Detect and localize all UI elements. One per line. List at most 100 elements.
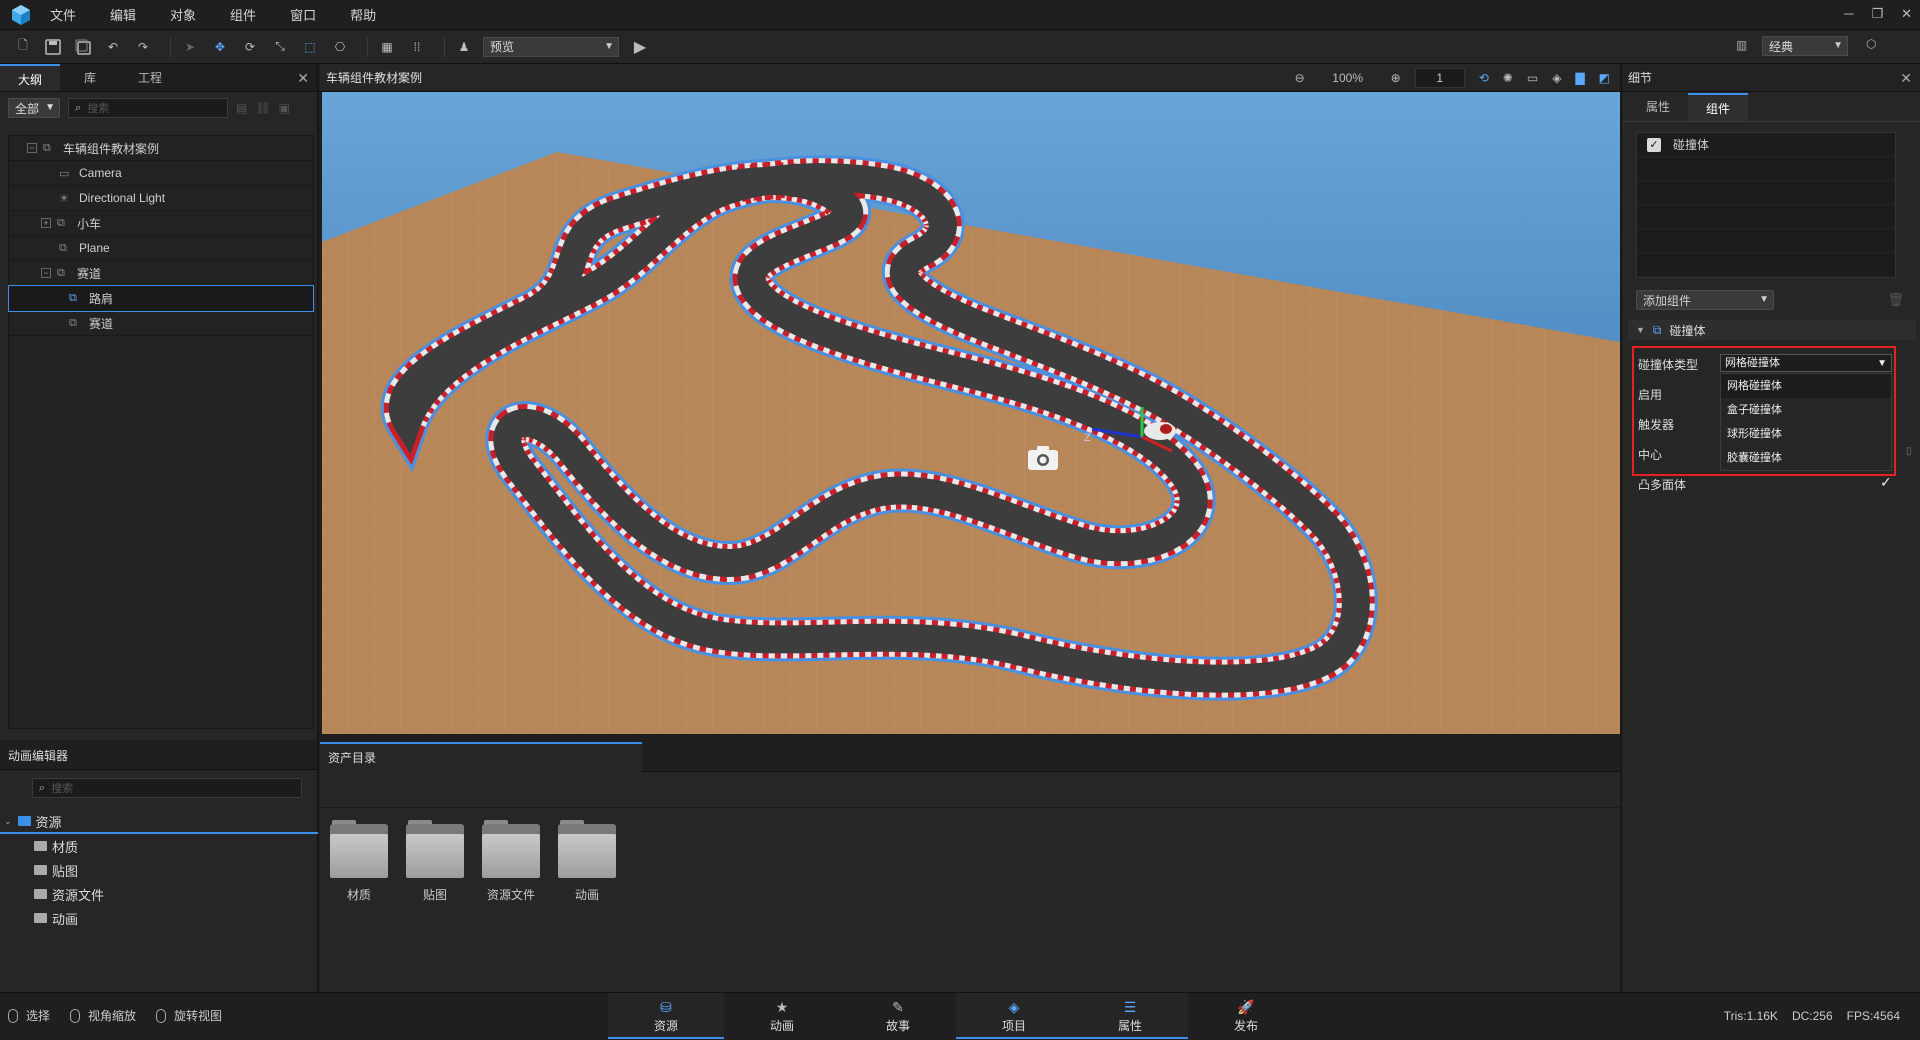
scale-tool-icon[interactable]: ⤡ (269, 36, 291, 58)
tab-project[interactable]: 工程 (120, 64, 180, 91)
play-icon[interactable]: ▶ (629, 36, 651, 58)
select-tool-icon[interactable]: ➤ (179, 36, 201, 58)
view-mode-icon[interactable]: ⟲ (1479, 71, 1489, 85)
tree-item-car[interactable]: + ⧉ 小车 (9, 211, 313, 236)
tree-item-curb[interactable]: ⧉ 路肩 (8, 285, 314, 312)
bottom-tab-resources[interactable]: ⛁ 资源 (608, 993, 724, 1039)
tree-item-materials[interactable]: 材质 (0, 834, 318, 858)
bottom-tab-animation[interactable]: ★ 动画 (724, 993, 840, 1039)
empty-row (1637, 181, 1895, 205)
tree-item-textures[interactable]: 贴图 (0, 858, 318, 882)
tab-components[interactable]: 组件 (1688, 93, 1748, 121)
outline-search-input[interactable]: ⌕ 搜索 (68, 98, 228, 118)
filter-select[interactable]: 全部 ▼ (8, 98, 60, 118)
bottom-tab-project[interactable]: ◈ 项目 (956, 993, 1072, 1039)
wireframe-icon[interactable]: ◩ (1599, 71, 1610, 85)
tab-outline[interactable]: 大纲 (0, 64, 60, 91)
asset-folder-resource-files[interactable]: 资源文件 (482, 820, 540, 903)
asset-grid: 材质 贴图 资源文件 动画 (330, 820, 616, 903)
player-icon[interactable]: ♟ (453, 36, 475, 58)
tree-item-label: 贴图 (52, 863, 79, 879)
link-icon[interactable]: ⛓ (255, 101, 270, 115)
perspective-icon[interactable]: ▇ (1575, 71, 1584, 85)
tree-item-camera[interactable]: ▭ Camera (9, 161, 313, 186)
cube-icon[interactable]: ◈ (1552, 71, 1561, 85)
expand-toggle-icon[interactable]: + (41, 218, 51, 228)
mouse-left-icon (8, 1008, 18, 1023)
bottom-tab-publish[interactable]: 🚀 发布 (1188, 993, 1304, 1039)
tree-item-track-group[interactable]: − ⧉ 赛道 (9, 261, 313, 286)
tab-properties[interactable]: 属性 (1628, 93, 1688, 121)
settings-icon[interactable]: ⬡ (1866, 37, 1876, 51)
publish-icon: 🚀 (1237, 999, 1255, 1015)
undo-icon[interactable]: ↶ (102, 36, 124, 58)
menu-edit[interactable]: 编辑 (110, 5, 136, 24)
outline-tabs: 大纲 库 工程 (0, 64, 317, 92)
window-controls: ─ ❐ ✕ (1844, 6, 1912, 22)
trash-icon[interactable]: 🗑 (1887, 292, 1904, 308)
asset-label: 材质 (346, 888, 371, 902)
redo-icon[interactable]: ↷ (132, 36, 154, 58)
minimize-icon[interactable]: ─ (1844, 6, 1853, 22)
zoom-out-icon[interactable]: ⊖ (1295, 71, 1305, 85)
scene-viewport[interactable]: Z (322, 92, 1620, 734)
grid-icon[interactable]: ▦ (376, 36, 398, 58)
collapse-toggle-icon[interactable]: − (41, 268, 51, 278)
tree-item-plane[interactable]: ⧉ Plane (9, 236, 313, 261)
tree-item-label: 车辆组件教材案例 (63, 141, 160, 156)
menu-component[interactable]: 组件 (230, 5, 256, 24)
move-tool-icon[interactable]: ✥ (209, 36, 231, 58)
scene-title: 车辆组件教材案例 (326, 71, 423, 85)
bottom-panel-tabs: ⛁ 资源 ★ 动画 ✎ 故事 ◈ 项目 ☰ 属性 🚀 发布 (608, 993, 1304, 1039)
frame-field[interactable]: 1 (1414, 68, 1465, 88)
asset-folder-materials[interactable]: 材质 (330, 820, 388, 903)
bottom-tab-properties[interactable]: ☰ 属性 (1072, 993, 1188, 1039)
save-icon[interactable] (42, 36, 64, 58)
close-icon[interactable]: ✕ (297, 70, 309, 87)
layout-icon[interactable]: ▥ (1736, 38, 1747, 52)
menu-file[interactable]: 文件 (50, 5, 76, 24)
asset-folder-animations[interactable]: 动画 (558, 820, 616, 903)
anim-search-input[interactable]: ⌕ 搜索 (32, 778, 302, 798)
toolbar-divider (170, 36, 171, 57)
preview-select[interactable]: 预览 ▼ (483, 36, 619, 57)
component-checkbox[interactable]: ✓ (1647, 137, 1661, 152)
rect-tool-icon[interactable]: ⬚ (299, 36, 321, 58)
collapse-icon[interactable]: ▣ (279, 101, 290, 115)
gizmo-icon[interactable]: ✺ (1503, 71, 1513, 85)
tree-item-animations[interactable]: 动画 (0, 906, 318, 930)
bottom-tab-story[interactable]: ✎ 故事 (840, 993, 956, 1039)
close-icon[interactable]: ✕ (1900, 64, 1912, 92)
component-list: ✓ 碰撞体 (1636, 132, 1896, 278)
convex-checkbox[interactable]: ✓ (1880, 474, 1892, 491)
save-all-icon[interactable] (72, 36, 94, 58)
new-file-icon[interactable]: 🗋 (12, 36, 34, 58)
restore-icon[interactable]: ❐ (1871, 6, 1883, 22)
menu-window[interactable]: 窗口 (290, 5, 316, 24)
rotate-tool-icon[interactable]: ⟳ (239, 36, 261, 58)
tree-item-resource-files[interactable]: 资源文件 (0, 882, 318, 906)
add-component-select[interactable]: 添加组件 ▼ (1636, 290, 1774, 310)
snap-grid-icon[interactable]: ⁞⁞ (406, 36, 428, 58)
tab-asset-directory[interactable]: 资产目录 (320, 742, 642, 772)
component-row[interactable]: ✓ 碰撞体 (1637, 133, 1895, 157)
menu-help[interactable]: 帮助 (350, 5, 376, 24)
layout-select[interactable]: 经典 ▼ (1762, 36, 1848, 56)
tree-item-label: 路肩 (89, 291, 114, 306)
tree-item-root[interactable]: − ⧉ 车辆组件教材案例 (9, 136, 313, 161)
tree-item-resources[interactable]: ⌄ 资源 (0, 810, 318, 834)
menu-object[interactable]: 对象 (170, 5, 196, 24)
zoom-in-icon[interactable]: ⊕ (1391, 71, 1401, 85)
collider-section-header[interactable]: ▼ ⧉ 碰撞体 (1628, 320, 1916, 340)
pivot-icon[interactable]: ⎔ (329, 36, 351, 58)
tree-item-light[interactable]: ☀ Directional Light (9, 186, 313, 211)
folder-icon (406, 820, 464, 878)
asset-folder-textures[interactable]: 贴图 (406, 820, 464, 903)
main-toolbar: 🗋 ↶ ↷ ➤ ✥ ⟳ ⤡ ⬚ ⎔ ▦ ⁞⁞ ♟ 预览 ▼ ▶ ▥ 经典 ▼ ⬡ (0, 30, 1920, 64)
camera-view-icon[interactable]: ▭ (1527, 71, 1538, 85)
collapse-toggle-icon[interactable]: − (27, 143, 37, 153)
close-icon[interactable]: ✕ (1901, 6, 1912, 22)
tab-library[interactable]: 库 (60, 64, 120, 91)
tree-item-track[interactable]: ⧉ 赛道 (9, 311, 313, 336)
filter-icon[interactable]: ▤ (236, 101, 247, 115)
